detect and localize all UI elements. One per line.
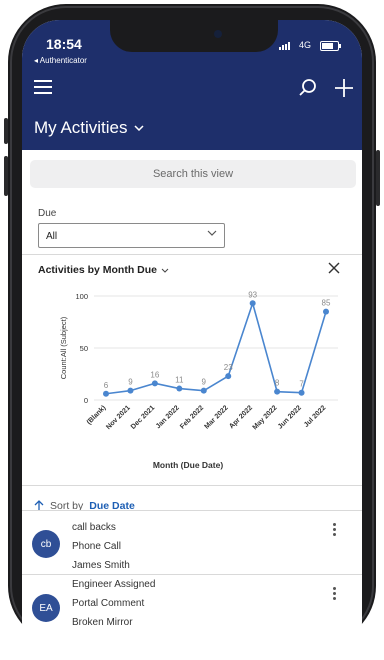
network-type: 4G (299, 40, 312, 50)
data-point (151, 380, 158, 387)
data-label: 6 (104, 381, 109, 390)
data-point (249, 300, 256, 307)
view-selector[interactable]: My Activities (34, 118, 144, 138)
view-title: My Activities (34, 118, 128, 137)
search-input[interactable]: Search this view (30, 160, 356, 188)
data-label: 8 (275, 379, 280, 388)
section-divider (22, 254, 362, 255)
menu-icon[interactable] (34, 80, 52, 94)
x-tick-label: Mar 2022 (203, 404, 229, 430)
x-axis-title: Month (Due Date) (153, 460, 224, 470)
activity-subject: call backs (72, 522, 116, 533)
close-icon[interactable] (327, 261, 341, 275)
y-tick-label: 0 (84, 396, 88, 405)
data-label: 16 (150, 370, 159, 379)
y-tick-label: 50 (80, 344, 88, 353)
due-filter-select[interactable]: All (38, 223, 225, 248)
chevron-down-icon (161, 268, 169, 273)
data-label: 9 (128, 378, 133, 387)
chart-title[interactable]: Activities by Month Due (38, 264, 169, 276)
camera-icon (214, 30, 222, 38)
x-tick-label: Jul 2022 (303, 404, 328, 429)
activity-type: Portal Comment (72, 598, 145, 609)
volume-button (4, 156, 8, 196)
phone-notch (110, 20, 278, 52)
line-chart: 0 50 100 (Blank)Nov 2021Dec 2021Jan 2022Feb… (59, 290, 338, 470)
add-icon[interactable] (334, 78, 354, 98)
battery-icon (320, 41, 341, 51)
activity-regarding: Broken Mirror (72, 617, 133, 628)
data-label: 11 (175, 376, 184, 385)
status-time: 18:54 (46, 36, 82, 52)
activity-regarding: James Smith (72, 560, 130, 571)
x-tick-label: Jun 2022 (277, 404, 303, 430)
x-tick-label: May 2022 (252, 404, 279, 431)
more-options-icon[interactable] (333, 587, 337, 602)
x-tick-label: Dec 2021 (130, 404, 156, 430)
data-point (298, 389, 305, 396)
data-label: 9 (202, 378, 207, 387)
due-filter-value: All (46, 231, 58, 242)
data-point (225, 373, 232, 380)
chart-title-text: Activities by Month Due (38, 264, 158, 276)
data-point (274, 388, 281, 395)
series-line (105, 300, 327, 395)
more-options-icon[interactable] (333, 523, 337, 538)
x-tick-label: (Blank) (86, 404, 108, 426)
data-point (176, 385, 183, 392)
chevron-down-icon (134, 125, 144, 131)
avatar: cb (32, 530, 60, 558)
avatar: EA (32, 594, 60, 622)
list-item[interactable]: cb call backs Phone Call James Smith (22, 510, 362, 571)
due-filter-label: Due (38, 208, 57, 219)
app-header: 18:54 ◂ Authenticator 4G My Activities (22, 20, 362, 150)
data-label: 7 (299, 380, 304, 389)
data-label: 93 (248, 290, 257, 299)
data-point (323, 308, 329, 315)
data-label: 85 (322, 299, 331, 308)
y-axis-title: Count:All (Subject) (59, 316, 68, 379)
chevron-down-icon (207, 230, 217, 236)
power-button (376, 150, 380, 206)
data-point (103, 390, 109, 397)
x-tick-label: Feb 2022 (179, 404, 205, 430)
activity-subject: Engineer Assigned (72, 579, 156, 590)
search-placeholder: Search this view (152, 168, 234, 180)
volume-button (4, 118, 8, 144)
signal-icon (279, 42, 290, 50)
x-tick-label: Nov 2021 (105, 404, 132, 431)
section-divider (22, 485, 362, 486)
x-tick-label: Jan 2022 (155, 404, 181, 430)
search-icon[interactable] (298, 78, 318, 98)
list-item[interactable]: EA Engineer Assigned Portal Comment Brok… (22, 574, 362, 634)
data-point (200, 387, 207, 394)
data-label: 23 (224, 363, 233, 372)
y-tick-label: 100 (75, 292, 88, 301)
activity-type: Phone Call (72, 541, 121, 552)
app-screen: 18:54 ◂ Authenticator 4G My Activities S… (22, 20, 362, 660)
back-to-app-link[interactable]: ◂ Authenticator (34, 56, 87, 65)
data-point (127, 387, 134, 394)
